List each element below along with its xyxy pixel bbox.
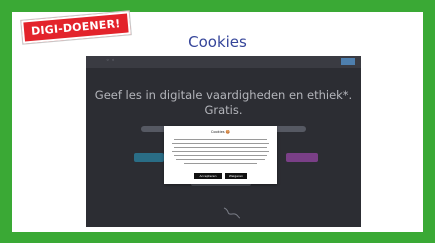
cookie-dialog-title: Cookies 🍪 [210,130,231,134]
cookie-text-line [174,155,267,157]
cookie-text-line [176,159,265,161]
site-header: ◦ ◦ [86,56,361,68]
hero-heading: Geef les in digitale vaardigheden en eth… [94,88,353,117]
cookie-text-line [174,139,267,141]
cookie-text-line [172,151,269,153]
cookie-text-line [184,163,257,165]
page-title: Cookies [188,33,247,51]
site-logo: ◦ ◦ [106,57,115,64]
menu-button[interactable] [341,58,355,65]
cookie-text-line [174,147,267,149]
cta-button-left[interactable] [134,153,164,162]
cookie-text-line [172,143,269,145]
decline-cookies-button[interactable]: Weigeren [225,173,247,179]
scroll-squiggle-icon [223,207,241,219]
cookie-dialog: Cookies 🍪 Accepteren Weigeren [164,126,277,184]
cta-button-right[interactable] [286,153,318,162]
accept-cookies-button[interactable]: Accepteren [194,173,222,179]
